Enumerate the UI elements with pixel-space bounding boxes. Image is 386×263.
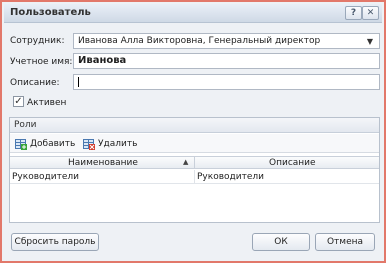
help-button[interactable]: ? [345,6,362,20]
cancel-button[interactable]: Отмена [315,233,375,251]
employee-value: Иванова Алла Викторовна, Генеральный дир… [78,36,321,46]
column-divider[interactable] [194,157,195,169]
close-button[interactable]: ✕ [362,6,379,20]
role-name-cell: Руководители [12,172,79,182]
roles-group: Роли Добавить Удалить Наименование ▲ Опи… [9,117,380,223]
account-value: Иванова [78,55,127,66]
delete-grid-icon [83,138,95,150]
description-input[interactable] [73,74,380,90]
description-label: Описание: [10,78,60,88]
account-label: Учетное имя: [10,57,73,67]
account-input[interactable]: Иванова [73,53,380,69]
title-bar[interactable]: Пользователь ? ✕ [4,4,382,23]
ok-button[interactable]: ОК [252,233,310,251]
roles-header: Роли [10,118,379,133]
sort-ascending-icon: ▲ [183,158,189,166]
roles-title: Роли [14,120,37,130]
delete-role-button[interactable]: Удалить [83,137,137,150]
add-grid-icon [15,138,27,150]
role-description-cell: Руководители [197,172,264,182]
roles-grid-header: Наименование ▲ Описание [10,156,379,169]
user-dialog: Пользователь ? ✕ Сотрудник: Иванова Алла… [0,0,386,263]
table-row[interactable]: Руководители Руководители [10,170,379,184]
employee-combobox[interactable]: Иванова Алла Викторовна, Генеральный дир… [73,33,380,49]
checkmark-icon: ✓ [14,96,23,107]
employee-label: Сотрудник: [10,36,65,46]
column-header-description[interactable]: Описание [269,158,316,168]
column-header-name[interactable]: Наименование [68,158,138,168]
text-caret [78,77,79,87]
active-label: Активен [27,98,67,108]
add-role-label: Добавить [30,138,76,149]
delete-role-label: Удалить [98,138,138,149]
active-checkbox[interactable]: ✓ [13,96,24,107]
chevron-down-icon[interactable]: ▼ [367,37,373,46]
add-role-button[interactable]: Добавить [15,137,75,150]
reset-password-button[interactable]: Сбросить пароль [11,233,99,251]
cell-divider [194,170,195,183]
dialog-title: Пользователь [10,7,91,18]
roles-toolbar: Добавить Удалить [10,134,379,153]
